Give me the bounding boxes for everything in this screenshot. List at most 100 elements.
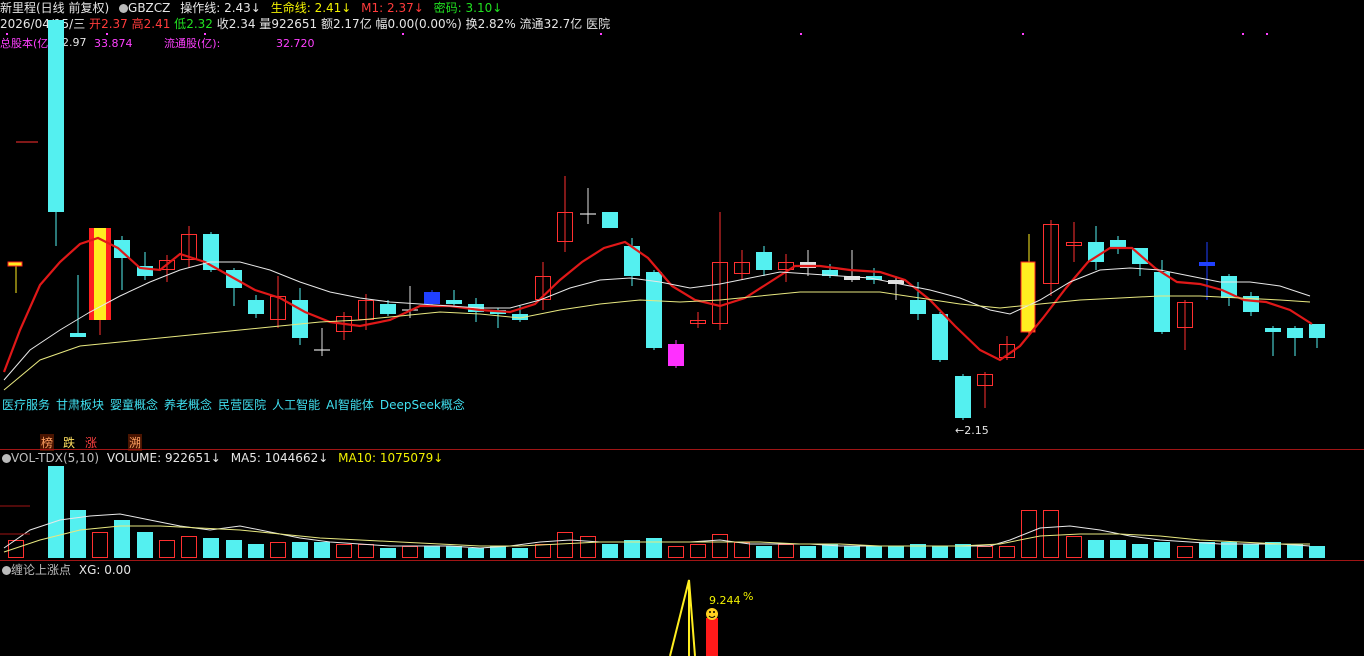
candle-body — [1199, 262, 1215, 266]
volume-bar — [446, 546, 462, 558]
volume-bar — [1110, 540, 1126, 558]
candle-body — [1020, 261, 1036, 333]
xg-value: XG: 0.00 — [78, 563, 131, 577]
marker-dot — [204, 33, 206, 35]
menu-dot-icon[interactable] — [2, 454, 11, 463]
marker-dot — [6, 33, 8, 35]
volume-bar — [580, 536, 596, 558]
volume-bar — [602, 544, 618, 558]
marker-dot — [1022, 33, 1024, 35]
smiley-icon — [709, 611, 711, 613]
volume-bar — [159, 540, 175, 558]
candle-body — [1154, 272, 1170, 332]
volume-bar — [756, 546, 772, 558]
marker-dot — [1266, 33, 1268, 35]
volume-bar — [248, 544, 264, 558]
volume-bar — [137, 532, 153, 558]
rise-signal-spike — [669, 579, 696, 656]
candle-body — [424, 292, 440, 304]
volume-bar — [866, 546, 882, 558]
concept-item[interactable]: 人工智能 — [272, 398, 320, 412]
candle-body — [248, 300, 264, 314]
volume-header: VOL-TDX(5,10) VOLUME: 922651↓ MA5: 10446… — [2, 450, 443, 466]
concept-item[interactable]: 民营医院 — [218, 398, 266, 412]
volume-bar — [1309, 546, 1325, 558]
candle-body — [668, 344, 684, 366]
volume-bar — [1066, 536, 1082, 558]
marker-dot — [800, 33, 802, 35]
volume-bar — [646, 538, 662, 558]
volume-bar — [358, 544, 374, 558]
candle-body — [48, 20, 64, 212]
panel-separator — [0, 560, 1364, 561]
volume-bar — [932, 546, 948, 558]
concept-list: 医疗服务 甘肃板块 婴童概念 养老概念 民营医院 人工智能 AI智能体 DeepSeek概念 — [2, 396, 471, 413]
ma5-value: MA5: 1044662↓ — [230, 451, 329, 465]
volume-bar — [270, 542, 286, 558]
volume-bar — [181, 536, 197, 558]
concept-item[interactable]: 婴童概念 — [110, 398, 158, 412]
volume-bar — [1132, 544, 1148, 558]
candle-body — [756, 252, 772, 270]
volume-bar — [92, 532, 108, 558]
volume-bar — [690, 544, 706, 558]
volume-bar — [1088, 540, 1104, 558]
candle-body — [1309, 324, 1325, 338]
concept-item[interactable]: 养老概念 — [164, 398, 212, 412]
smiley-icon — [706, 608, 718, 620]
candle-body — [1110, 240, 1126, 248]
candle-body — [7, 261, 23, 267]
candle-body — [1287, 328, 1303, 338]
rise-signal-bar — [706, 618, 718, 656]
marker-dot — [1242, 33, 1244, 35]
candle-body — [380, 304, 396, 314]
volume-indicator-name[interactable]: VOL-TDX(5,10) — [11, 451, 99, 465]
volume-bar — [712, 534, 728, 558]
volume-bar — [778, 544, 794, 558]
menu-dot-icon[interactable] — [2, 566, 11, 575]
volume-bar — [380, 548, 396, 558]
marker-dot — [106, 33, 108, 35]
candle-body — [910, 300, 926, 314]
low-price-marker: ←2.15 — [955, 424, 989, 437]
volume-bar — [226, 540, 242, 558]
concept-item[interactable]: 医疗服务 — [2, 398, 50, 412]
volume-bar — [402, 546, 418, 558]
volume-bar — [1043, 510, 1059, 558]
candle-body — [646, 272, 662, 348]
concept-item[interactable]: AI智能体 — [326, 398, 374, 412]
volume-bar — [734, 542, 750, 558]
rise-percent-unit: % — [743, 590, 754, 603]
volume-bar — [888, 546, 904, 558]
candle-body — [1088, 242, 1104, 262]
smiley-icon — [713, 611, 715, 613]
volume-bar — [1287, 544, 1303, 558]
candle-body — [932, 314, 948, 360]
candle-body — [602, 212, 618, 228]
candle-body — [70, 333, 86, 337]
volume-bar — [999, 546, 1015, 558]
volume-bar — [48, 466, 64, 558]
marker-dot — [600, 33, 602, 35]
ma10-value: MA10: 1075079↓ — [338, 451, 444, 465]
volume-bar — [624, 540, 640, 558]
volume-bar — [336, 544, 352, 558]
concept-item[interactable]: DeepSeek概念 — [380, 398, 465, 412]
volume-bar — [512, 548, 528, 558]
volume-bar — [1243, 544, 1259, 558]
volume-value: VOLUME: 922651↓ — [106, 451, 221, 465]
indicator2-name[interactable]: 缠论上涨点 — [11, 563, 71, 577]
indicator2-header: 缠论上涨点 XG: 0.00 — [2, 562, 131, 578]
rise-percent-label: 9.244 — [709, 594, 741, 607]
candle-body — [955, 376, 971, 418]
concept-item[interactable]: 甘肃板块 — [56, 398, 104, 412]
volume-bar — [1199, 542, 1215, 558]
volume-bar — [977, 546, 993, 558]
candle-body — [1265, 328, 1281, 332]
candlestick-chart[interactable] — [0, 0, 1364, 656]
volume-bar — [1177, 546, 1193, 558]
volume-bar — [203, 538, 219, 558]
candle-body — [446, 300, 462, 304]
volume-bar — [535, 544, 551, 558]
marker-dot — [402, 33, 404, 35]
